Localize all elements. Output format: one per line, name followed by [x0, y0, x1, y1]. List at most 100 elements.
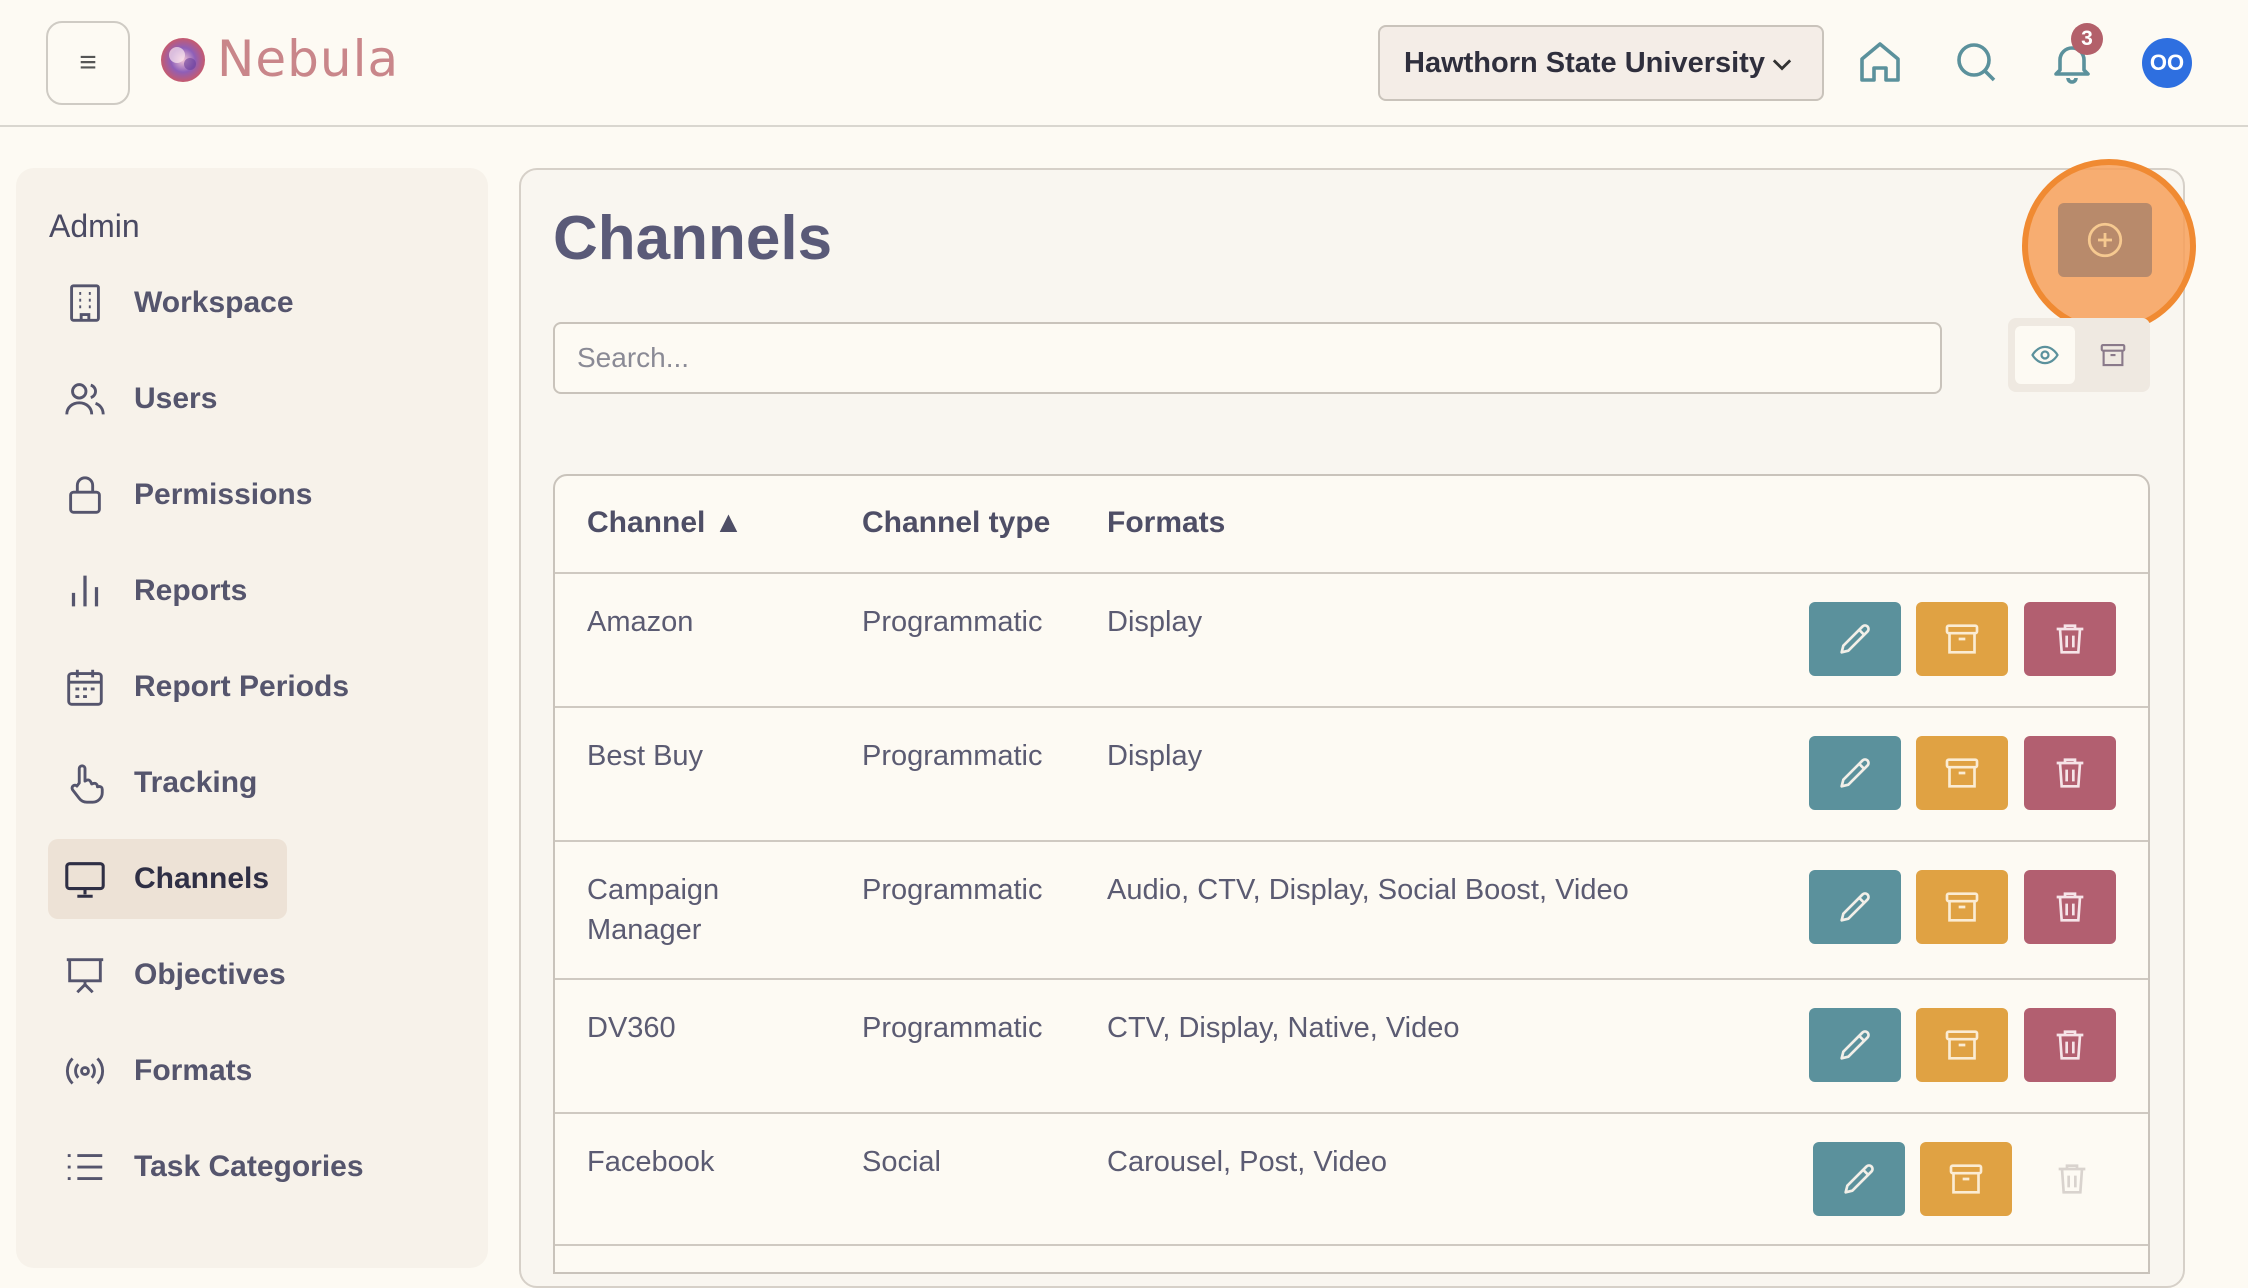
delete-button[interactable] — [2024, 736, 2116, 810]
archive-button[interactable] — [1920, 1142, 2012, 1216]
show-archived-toggle[interactable] — [2083, 326, 2143, 384]
building-icon — [70, 284, 100, 322]
broadcast-icon — [65, 1057, 105, 1085]
archive-button[interactable] — [1916, 1008, 2008, 1082]
brand-logo[interactable]: Nebula — [155, 30, 399, 88]
channel-type: Social — [862, 1146, 941, 1178]
organization-select[interactable]: Hawthorn State University — [1378, 25, 1824, 101]
pencil-icon — [1840, 892, 1870, 922]
sidebar-item-label: Task Categories — [134, 1150, 364, 1183]
table-row: Campaign Manager Programmatic Audio, CTV… — [555, 840, 2148, 978]
channel-type: Programmatic — [862, 1012, 1043, 1044]
delete-button[interactable] — [2024, 602, 2116, 676]
brand-name: Nebula — [217, 30, 400, 88]
nebula-logo-icon — [161, 38, 205, 82]
edit-button[interactable] — [1809, 870, 1901, 944]
channel-formats: Display — [1107, 740, 1203, 772]
organization-select-value: Hawthorn State University — [1404, 46, 1765, 79]
view-toggle-group — [2008, 318, 2150, 392]
channel-formats: Audio, CTV, Display, Social Boost, Video — [1107, 874, 1629, 906]
archive-icon — [1945, 892, 1979, 922]
sidebar-item-channels[interactable]: Channels — [48, 839, 288, 919]
sidebar-item-label: Permissions — [134, 478, 313, 511]
sidebar-heading: Admin — [49, 208, 140, 244]
delete-button[interactable] — [2024, 1008, 2116, 1082]
pencil-icon — [1840, 758, 1870, 788]
users-icon — [65, 383, 105, 415]
sidebar-item-label: Report Periods — [134, 670, 350, 703]
sidebar-item-tracking[interactable]: Tracking — [48, 743, 275, 823]
table-row: Amazon Programmatic Display — [555, 572, 2148, 706]
pencil-icon — [1844, 1164, 1874, 1194]
eye-icon — [2031, 345, 2059, 365]
edit-button[interactable] — [1813, 1142, 1905, 1216]
show-active-toggle[interactable] — [2015, 326, 2075, 384]
sidebar-item-report-periods[interactable]: Report Periods — [48, 647, 367, 727]
column-header-channel[interactable]: Channel ▲ — [587, 506, 743, 540]
bar-chart-icon — [71, 575, 99, 607]
channel-name: DV360 — [587, 1012, 676, 1044]
hamburger-icon: ≡ — [79, 46, 97, 79]
notification-count-badge: 3 — [2071, 23, 2103, 55]
page-title: Channels — [553, 204, 833, 273]
channel-type: Programmatic — [862, 874, 1043, 906]
archive-icon — [1945, 758, 1979, 788]
trash-icon — [2056, 1030, 2084, 1060]
sidebar-item-label: Users — [134, 382, 218, 415]
delete-button-disabled — [2026, 1142, 2118, 1216]
trash-icon — [2056, 624, 2084, 654]
table-row: Best Buy Programmatic Display — [555, 706, 2148, 840]
add-channel-button[interactable] — [2058, 203, 2152, 277]
presentation-icon — [66, 958, 104, 994]
pencil-icon — [1840, 1030, 1870, 1060]
monitor-icon — [65, 862, 105, 898]
archive-button[interactable] — [1916, 870, 2008, 944]
archive-icon — [1945, 624, 1979, 654]
archive-button[interactable] — [1916, 736, 2008, 810]
sidebar-item-label: Reports — [134, 574, 248, 607]
hamburger-menu-button[interactable]: ≡ — [46, 21, 130, 105]
channel-type: Programmatic — [862, 740, 1043, 772]
trash-icon — [2058, 1164, 2086, 1194]
sidebar-item-reports[interactable]: Reports — [48, 551, 265, 631]
sidebar-item-workspace[interactable]: Workspace — [48, 263, 312, 343]
channel-name: Campaign Manager — [587, 874, 720, 946]
delete-button[interactable] — [2024, 870, 2116, 944]
list-icon — [67, 1154, 103, 1180]
edit-button[interactable] — [1809, 736, 1901, 810]
archive-icon — [1949, 1164, 1983, 1194]
trash-icon — [2056, 892, 2084, 922]
table-row: DV360 Programmatic CTV, Display, Native,… — [555, 978, 2148, 1112]
channel-name: Amazon — [587, 606, 694, 638]
pointer-hand-icon — [70, 764, 104, 804]
sidebar-item-users[interactable]: Users — [48, 359, 235, 439]
sidebar-item-label: Workspace — [134, 286, 294, 319]
admin-sidebar: Admin Workspace Users Permissions Report… — [16, 168, 488, 1268]
edit-button[interactable] — [1809, 602, 1901, 676]
column-header-channel-type: Channel type — [862, 506, 1051, 539]
sidebar-item-label: Formats — [134, 1054, 253, 1087]
sidebar-item-objectives[interactable]: Objectives — [48, 935, 304, 1015]
sidebar-item-permissions[interactable]: Permissions — [48, 455, 330, 535]
channels-table: Channel ▲ Channel type Formats Amazon Pr… — [553, 474, 2150, 1274]
channel-name: Facebook — [587, 1146, 715, 1178]
sidebar-item-label: Channels — [134, 862, 270, 895]
edit-button[interactable] — [1809, 1008, 1901, 1082]
sidebar-item-formats[interactable]: Formats — [48, 1031, 270, 1111]
search-input[interactable] — [553, 322, 1942, 394]
search-icon[interactable] — [1952, 38, 2000, 86]
archive-button[interactable] — [1916, 602, 2008, 676]
table-row: Facebook Social Carousel, Post, Video — [555, 1112, 2148, 1246]
user-avatar[interactable]: OO — [2142, 38, 2192, 88]
archive-icon — [1945, 1030, 1979, 1060]
trash-icon — [2056, 758, 2084, 788]
channel-formats: Carousel, Post, Video — [1107, 1146, 1387, 1178]
sidebar-item-label: Objectives — [134, 958, 286, 991]
column-header-formats: Formats — [1107, 506, 1226, 539]
chevron-down-icon — [1772, 59, 1792, 71]
channel-formats: Display — [1107, 606, 1203, 638]
plus-circle-icon — [2087, 222, 2123, 258]
sidebar-item-task-categories[interactable]: Task Categories — [48, 1127, 382, 1207]
channel-type: Programmatic — [862, 606, 1043, 638]
home-icon[interactable] — [1856, 38, 1904, 86]
